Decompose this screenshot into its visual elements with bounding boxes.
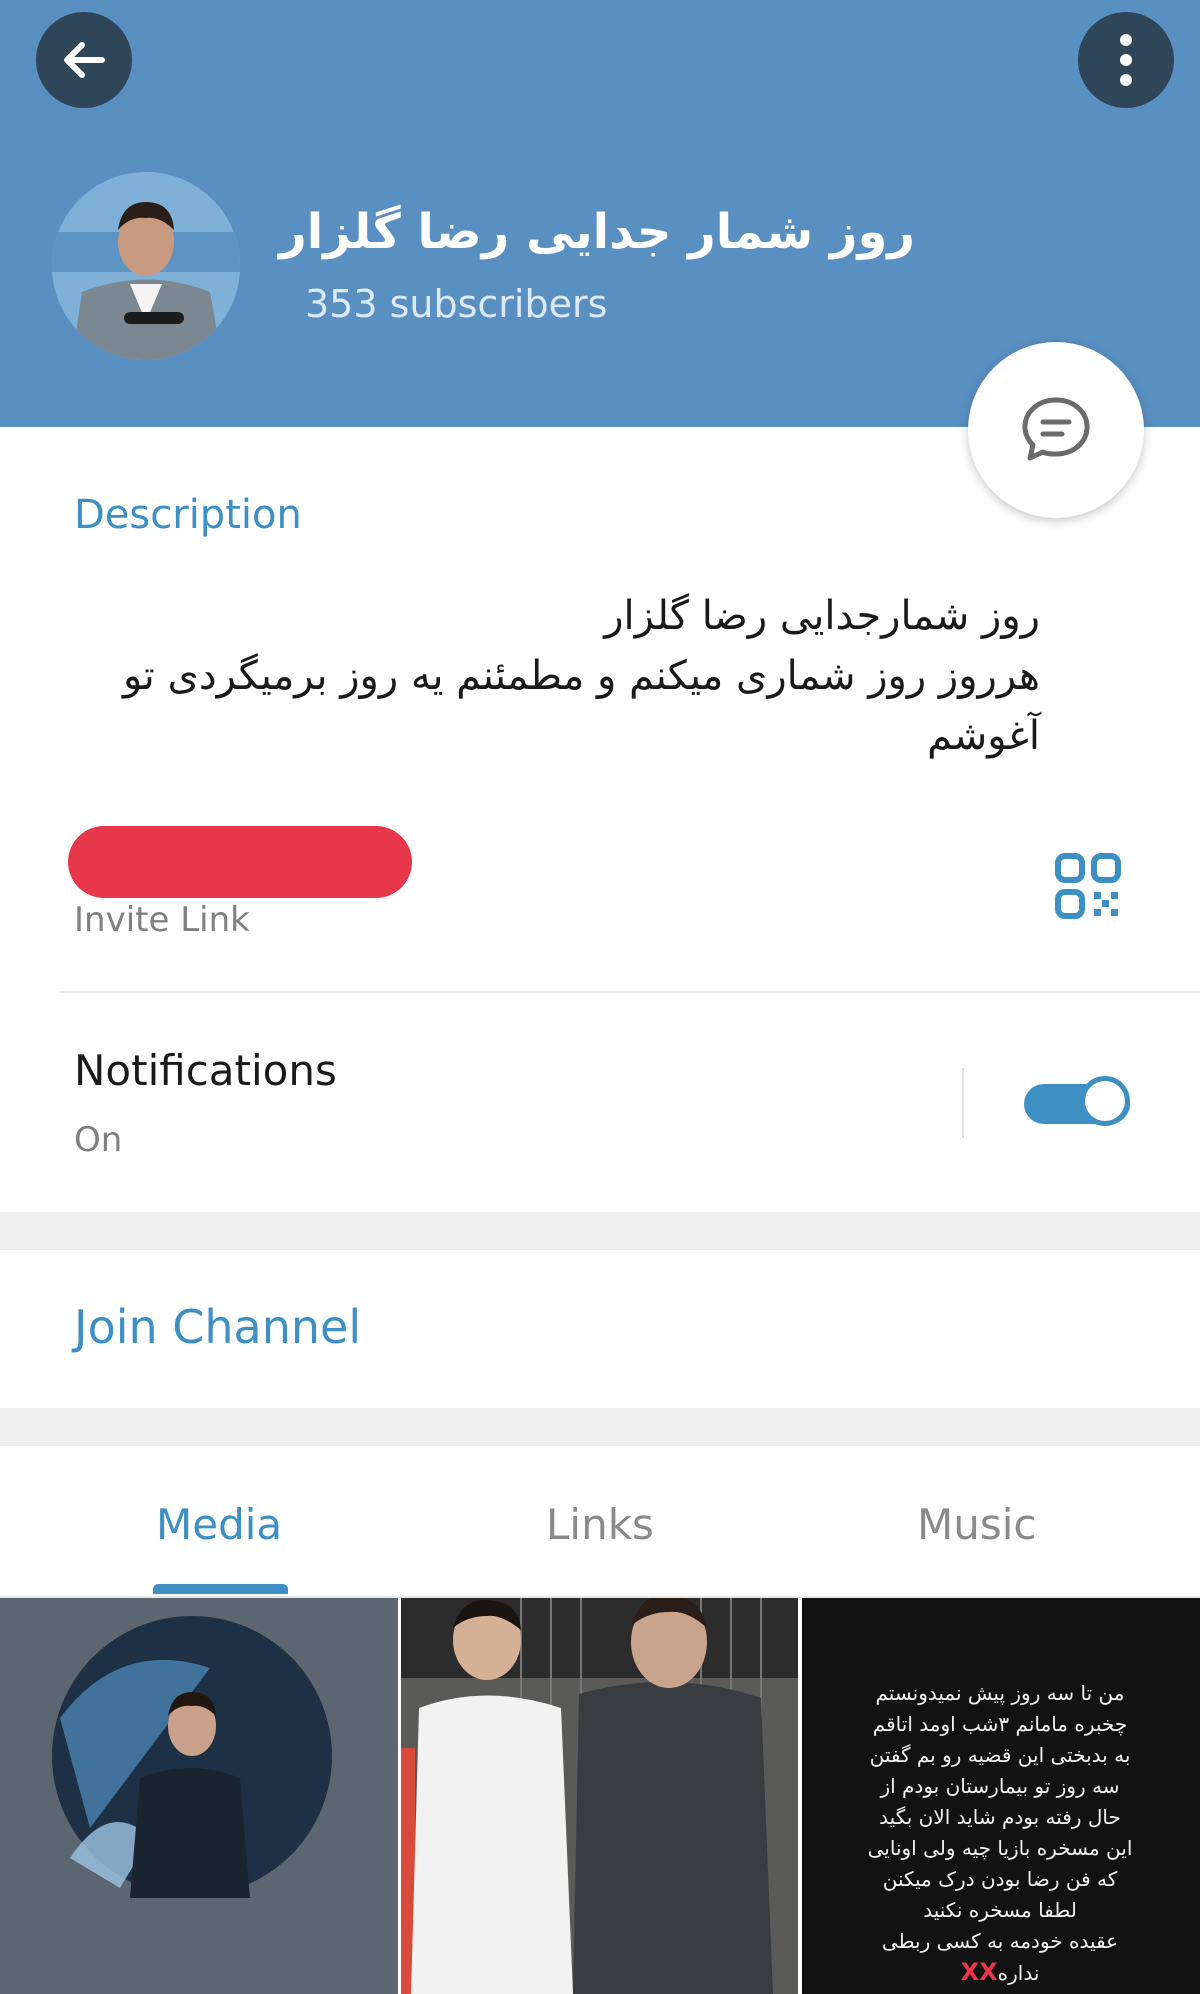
post-text-line: عقیده خودمه به کسی ربطی	[881, 1929, 1119, 1953]
post-text-line: من تا سه روز پیش نمیدونستم	[875, 1681, 1125, 1705]
post-text-line: که فن رضا بودن درک میکنن	[882, 1867, 1118, 1891]
post-text-line: نداره	[997, 1961, 1040, 1985]
post-text-line: این مسخره بازیا چیه ولی اونایی	[867, 1836, 1133, 1860]
channel-title: روز شمار جدایی رضا گلزار	[279, 204, 915, 260]
tab-music[interactable]: Music	[917, 1500, 1037, 1549]
channel-avatar[interactable]	[52, 172, 240, 360]
channel-description: روز شمارجدایی رضا گلزار هرروز روز شماری …	[50, 586, 1040, 766]
media-thumbnail[interactable]: من تا سه روز پیش نمیدونستم چخبره مامانم …	[802, 1598, 1200, 1994]
back-button[interactable]	[36, 12, 132, 108]
post-text-line-last: ندارهXX	[802, 1957, 1198, 1989]
shared-media-tabs: Media Links Music	[0, 1446, 1200, 1596]
divider	[60, 991, 1200, 993]
redacted-invite-link[interactable]	[68, 826, 412, 898]
qr-code-icon[interactable]	[1052, 850, 1124, 922]
post-text-line: لطفا مسخره نکنید	[923, 1898, 1077, 1922]
post-text-line: چخبره مامانم ۳شب اومد اتاقم	[872, 1712, 1128, 1736]
separator	[962, 1068, 964, 1138]
tab-links[interactable]: Links	[546, 1500, 654, 1549]
description-line: هرروز روز شماری میکنم و مطمئنم یه روز بر…	[123, 653, 1040, 699]
join-channel-button[interactable]: Join Channel	[74, 1300, 361, 1354]
invite-link-label: Invite Link	[74, 900, 250, 940]
discuss-button[interactable]	[968, 342, 1144, 518]
post-text-line: حال رفته بودم شاید الان بگید	[879, 1805, 1121, 1829]
notifications-state: On	[74, 1120, 123, 1160]
toggle-knob	[1080, 1076, 1130, 1126]
subscriber-count: 353 subscribers	[305, 282, 608, 326]
avatar-photo	[52, 172, 240, 360]
section-gap	[0, 1408, 1200, 1446]
more-menu-button[interactable]	[1078, 12, 1174, 108]
post-text-tail: XX	[960, 1958, 998, 1986]
section-gap	[0, 1212, 1200, 1250]
tab-media[interactable]: Media	[156, 1500, 282, 1549]
photo-two-men-image	[401, 1598, 798, 1994]
post-text-line: به بدبختی این قضیه رو بم گفتن	[869, 1743, 1131, 1767]
description-label: Description	[74, 492, 302, 538]
arrow-left-icon	[64, 42, 105, 78]
post-text: من تا سه روز پیش نمیدونستم چخبره مامانم …	[802, 1678, 1198, 1989]
media-thumbnail[interactable]	[401, 1598, 798, 1994]
description-line: روز شمارجدایی رضا گلزار	[604, 593, 1040, 639]
more-vertical-icon	[1120, 34, 1132, 86]
description-line: آغوشم	[927, 713, 1040, 759]
active-tab-indicator	[153, 1584, 288, 1594]
media-thumbnail[interactable]	[0, 1598, 398, 1994]
notifications-label: Notifications	[74, 1046, 337, 1095]
post-text-line: سه روز تو بیمارستان بودم از	[880, 1774, 1120, 1798]
photo-badge-image	[0, 1598, 398, 1994]
notifications-toggle[interactable]	[1024, 1072, 1134, 1134]
chat-bubble-icon	[1022, 397, 1090, 461]
